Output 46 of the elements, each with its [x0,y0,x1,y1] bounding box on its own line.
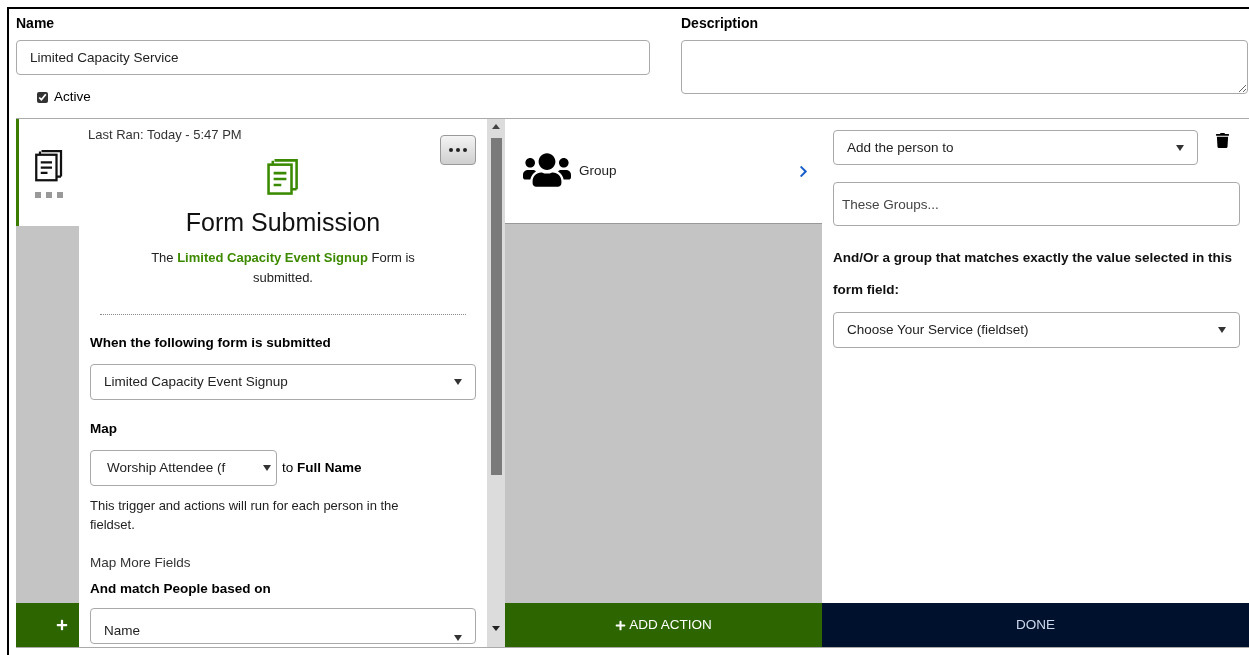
trigger-summary: The Limited Capacity Event Signup Form is submitted. [150,248,416,287]
last-ran-text: Last Ran: Today - 5:47 PM [88,126,242,145]
map-more-fields-link[interactable]: Map More Fields [90,553,476,574]
name-label: Name [16,14,56,33]
action-label: Group [579,162,617,181]
form-select[interactable]: Limited Capacity Event Signup [90,364,476,401]
caret-icon [454,634,462,641]
caret-icon [263,465,271,472]
plus-icon [55,619,68,632]
scroll-up-arrow-icon[interactable] [492,124,500,130]
document-icon [266,157,300,197]
done-button[interactable]: DONE [822,603,1249,648]
caret-icon [1176,144,1184,151]
active-label: Active [54,88,91,106]
form-label: When the following form is submitted [90,333,332,352]
active-checkbox[interactable] [37,91,48,103]
trash-icon[interactable] [1215,133,1230,149]
trigger-title: Form Submission [184,207,382,239]
plus-icon [615,619,627,631]
form-link[interactable]: Limited Capacity Event Signup [177,249,368,265]
map-target-text: to Full Name [282,459,362,478]
match-label: And match People based on [90,579,272,598]
action-item[interactable]: Group [505,119,822,225]
name-field[interactable]: Limited Capacity Service [16,40,650,75]
field-select[interactable]: Choose Your Service (fieldset) [833,312,1240,349]
field-match-label: And/Or a group that matches exactly the value selected in this form field: [833,249,1234,300]
action-type-select[interactable]: Add the person to [833,130,1198,166]
fieldset-note: This trigger and actions will run for each person in the fieldset. [90,497,400,535]
more-options-button[interactable] [440,135,476,166]
caret-icon [1218,327,1226,334]
match-select[interactable]: Name [90,607,476,644]
trigger-tile[interactable] [16,119,79,227]
description-label: Description [681,14,759,33]
caret-icon [454,379,462,386]
drag-handle-icon[interactable] [35,192,63,198]
add-trigger-button[interactable] [16,603,79,648]
document-icon [34,147,64,182]
map-label: Map [90,420,118,439]
ellipsis-icon [449,148,467,153]
description-field[interactable] [681,40,1248,94]
scrollbar[interactable] [487,119,505,648]
map-select[interactable]: Worship Attendee (f [90,450,277,487]
scroll-down-arrow-icon[interactable] [492,626,500,632]
add-action-button[interactable]: ADD ACTION [505,603,822,648]
groups-field[interactable]: These Groups... [833,182,1240,227]
chevron-right-icon[interactable] [797,165,810,179]
